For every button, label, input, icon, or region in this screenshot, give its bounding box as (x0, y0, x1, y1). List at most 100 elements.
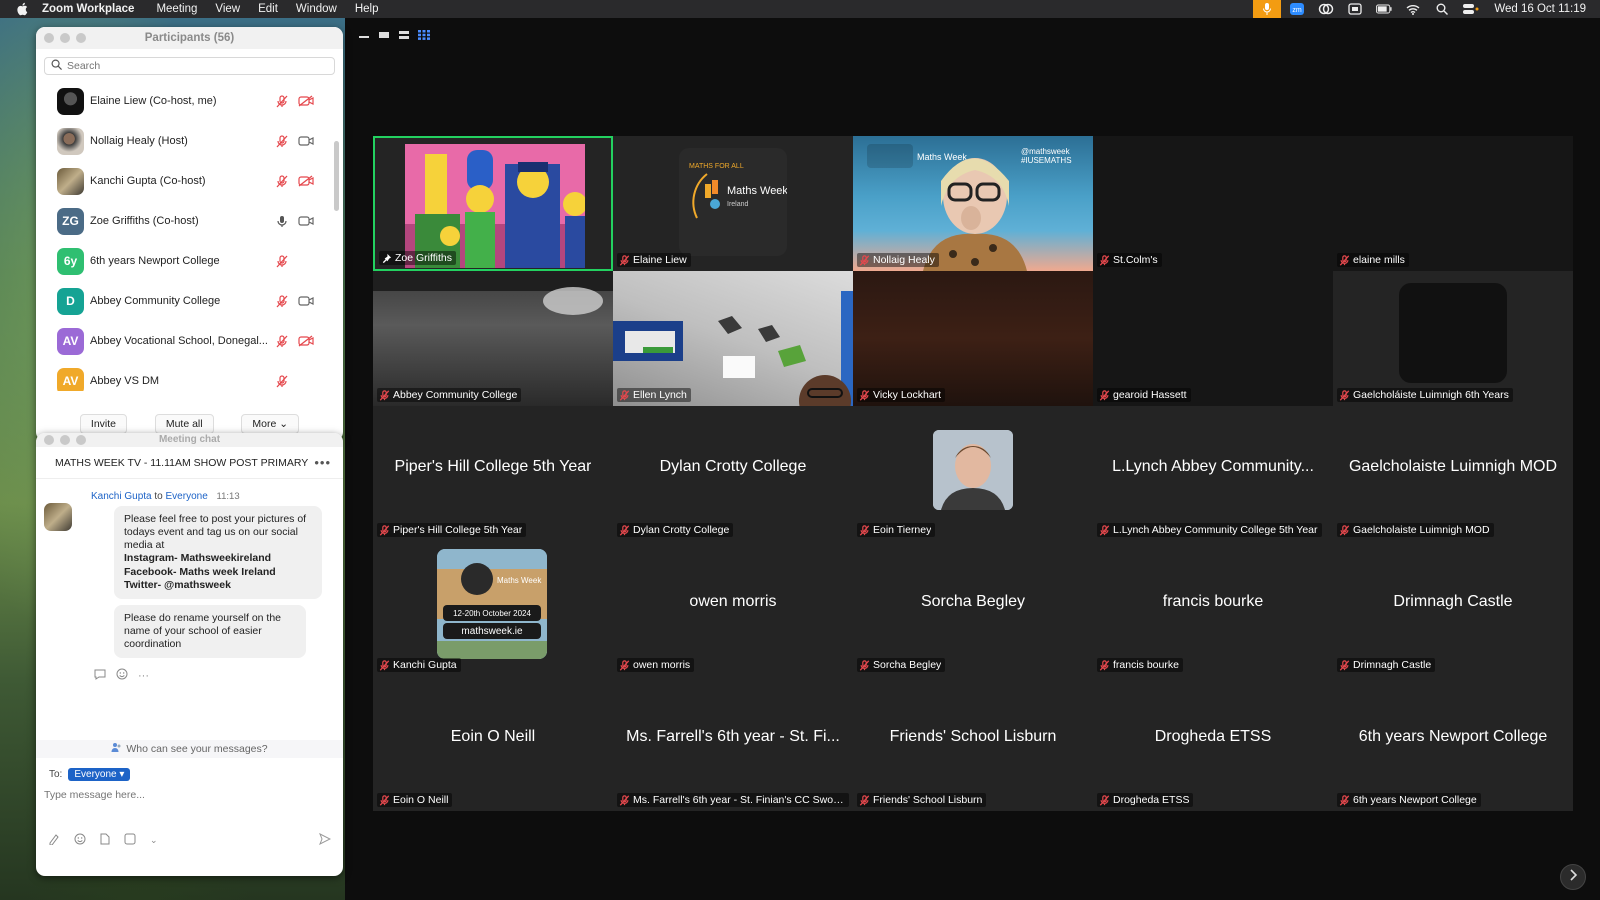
participant-row[interactable]: ZG Zoe Griffiths (Co-host) (36, 201, 343, 241)
video-tile[interactable]: owen morris owen morris (613, 541, 853, 676)
menu-view[interactable]: View (215, 3, 240, 15)
wifi-icon[interactable] (1405, 3, 1421, 15)
menu-edit[interactable]: Edit (258, 3, 278, 15)
video-tile[interactable]: L.Lynch Abbey Community... L.Lynch Abbey … (1093, 406, 1333, 541)
screen-share-icon[interactable] (1347, 3, 1363, 15)
participant-row[interactable]: Kanchi Gupta (Co-host) (36, 161, 343, 201)
video-tile[interactable]: Drogheda ETSS Drogheda ETSS (1093, 676, 1333, 811)
message-privacy-hint[interactable]: Who can see your messages? (36, 740, 343, 758)
chat-topic: MATHS WEEK TV - 11.11AM SHOW POST PRIMAR… (36, 447, 343, 479)
format-text-icon[interactable] (48, 833, 60, 848)
mic-in-use-icon[interactable] (1253, 0, 1282, 18)
mic-muted-icon[interactable] (275, 174, 289, 188)
message-recipient[interactable]: Everyone (166, 491, 208, 502)
stacked-view-icon[interactable] (398, 27, 410, 39)
participant-row[interactable]: AV Abbey Vocational School, Donegal... (36, 321, 343, 361)
video-icon[interactable] (298, 214, 314, 228)
mic-muted-icon[interactable] (275, 334, 289, 348)
app-menu[interactable]: Zoom Workplace (42, 3, 134, 15)
reply-icon[interactable] (94, 669, 106, 683)
video-tile[interactable]: elaine mills (1333, 136, 1573, 271)
participant-row[interactable]: AV Abbey VS DM (36, 361, 343, 391)
menubar-clock[interactable]: Wed 16 Oct 11:19 (1494, 3, 1586, 15)
menu-meeting[interactable]: Meeting (156, 3, 197, 15)
message-bubble: Please feel free to post your pictures o… (114, 506, 322, 599)
creative-cloud-icon[interactable] (1318, 3, 1334, 15)
video-tile[interactable]: Eoin Tierney (853, 406, 1093, 541)
video-tile[interactable]: francis bourke francis bourke (1093, 541, 1333, 676)
chat-zoom-button[interactable] (76, 435, 86, 445)
video-tile[interactable]: Friends' School Lisburn Friends' School L… (853, 676, 1093, 811)
chat-message-input[interactable] (44, 789, 324, 801)
video-tile[interactable]: gearoid Hassett (1093, 271, 1333, 406)
video-tile[interactable]: Sorcha Begley Sorcha Begley (853, 541, 1093, 676)
participants-title-bar[interactable]: Participants (56) (36, 27, 343, 49)
mute-all-button[interactable]: Mute all (154, 414, 214, 434)
video-tile[interactable]: Vicky Lockhart (853, 271, 1093, 406)
video-off-icon[interactable] (298, 334, 314, 348)
video-off-icon[interactable] (298, 94, 314, 108)
mic-muted-icon[interactable] (275, 254, 289, 268)
emoji-reaction-icon[interactable] (116, 668, 128, 683)
mic-icon[interactable] (275, 214, 289, 228)
apple-icon[interactable] (16, 2, 30, 16)
mic-muted-icon[interactable] (275, 294, 289, 308)
gallery-view-icon[interactable] (418, 27, 430, 40)
minimize-window-button[interactable] (60, 33, 70, 43)
mic-muted-icon[interactable] (275, 374, 289, 388)
participant-search-input[interactable] (67, 60, 307, 72)
control-center-icon[interactable] (1463, 3, 1479, 15)
message-sender[interactable]: Kanchi Gupta (91, 491, 152, 502)
speaker-view-icon[interactable] (378, 27, 390, 38)
video-tile[interactable]: Zoe Griffiths (373, 136, 613, 271)
screenshot-icon[interactable] (124, 833, 136, 848)
video-tile[interactable]: Ms. Farrell's 6th year - St. Fi... Ms. Fa… (613, 676, 853, 811)
chat-title-bar[interactable]: Meeting chat (36, 433, 343, 447)
close-window-button[interactable] (44, 33, 54, 43)
participant-row[interactable]: 6y 6th years Newport College (36, 241, 343, 281)
video-icon[interactable] (298, 134, 314, 148)
zoom-tray-icon[interactable]: zm (1289, 3, 1305, 15)
recipient-select[interactable]: Everyone ▾ (68, 768, 131, 781)
video-tile[interactable]: Dylan Crotty College Dylan Crotty College (613, 406, 853, 541)
file-icon[interactable] (100, 833, 110, 848)
video-tile[interactable]: 6th years Newport College 6th years Newpo… (1333, 676, 1573, 811)
participant-search-box[interactable] (44, 57, 335, 75)
minimize-view-icon[interactable] (358, 27, 370, 38)
chat-close-button[interactable] (44, 435, 54, 445)
menu-window[interactable]: Window (296, 3, 337, 15)
chat-minimize-button[interactable] (60, 435, 70, 445)
video-tile[interactable]: St.Colm's (1093, 136, 1333, 271)
video-tile[interactable]: Drimnagh Castle Drimnagh Castle (1333, 541, 1573, 676)
next-page-button[interactable] (1560, 864, 1586, 890)
chevron-down-icon[interactable]: ⌄ (150, 835, 158, 846)
video-tile[interactable]: Gaelcholáiste Luimnigh 6th Years (1333, 271, 1573, 406)
zoom-window-button[interactable] (76, 33, 86, 43)
battery-icon[interactable] (1376, 3, 1392, 15)
video-tile[interactable]: Ellen Lynch (613, 271, 853, 406)
mic-muted-icon[interactable] (275, 134, 289, 148)
emoji-icon[interactable] (74, 833, 86, 848)
video-tile[interactable]: Maths Week @mathsweek #IUSEMATHS Nollaig He… (853, 136, 1093, 271)
video-tile[interactable]: Piper's Hill College 5th Year Piper's Hil… (373, 406, 613, 541)
video-icon[interactable] (298, 294, 314, 308)
more-icon[interactable]: ··· (138, 670, 149, 682)
menu-help[interactable]: Help (355, 3, 379, 15)
video-tile[interactable]: Eoin O Neill Eoin O Neill (373, 676, 613, 811)
invite-button[interactable]: Invite (79, 414, 128, 434)
video-tile[interactable]: Abbey Community College (373, 271, 613, 406)
participant-row[interactable]: Nollaig Healy (Host) (36, 121, 343, 161)
participant-row[interactable]: Elaine Liew (Co-host, me) (36, 81, 343, 121)
more-button[interactable]: More ⌄ (241, 414, 300, 434)
participant-name: Elaine Liew (Co-host, me) (90, 95, 217, 107)
more-options-icon[interactable]: ••• (314, 455, 331, 470)
participant-row[interactable]: D Abbey Community College (36, 281, 343, 321)
video-off-icon[interactable] (298, 174, 314, 188)
tile-display-name: Ms. Farrell's 6th year - St. Fi... (613, 676, 853, 811)
spotlight-search-icon[interactable] (1434, 3, 1450, 15)
video-tile[interactable]: Maths Week Ireland MATHS FOR ALL Elaine Lie… (613, 136, 853, 271)
mic-muted-icon[interactable] (275, 94, 289, 108)
video-tile[interactable]: Maths Week 12-20th October 2024 mathsweek.… (373, 541, 613, 676)
send-icon[interactable] (319, 832, 332, 848)
video-tile[interactable]: Gaelcholaiste Luimnigh MOD Gaelcholaiste … (1333, 406, 1573, 541)
